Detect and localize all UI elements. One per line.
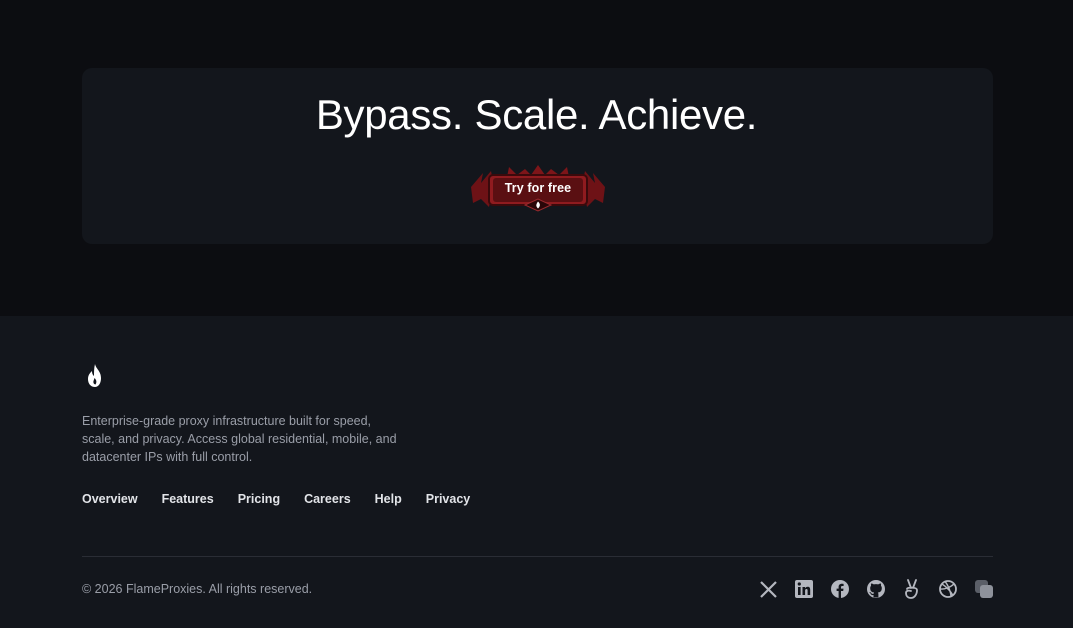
copyright-text: © 2026 FlameProxies. All rights reserved… (82, 582, 313, 596)
footer-link-pricing[interactable]: Pricing (238, 492, 280, 506)
angellist-icon[interactable] (903, 579, 921, 599)
x-icon[interactable] (759, 579, 777, 599)
footer-link-help[interactable]: Help (375, 492, 402, 506)
footer-divider (82, 556, 993, 557)
cta-section (0, 0, 1073, 316)
footer-description: Enterprise-grade proxy infrastructure bu… (82, 414, 397, 464)
footer-link-privacy[interactable]: Privacy (426, 492, 470, 506)
cta-title: Bypass. Scale. Achieve. (315, 91, 758, 138)
footer-link-careers[interactable]: Careers (304, 492, 351, 506)
facebook-icon[interactable] (831, 579, 849, 599)
flame-icon[interactable] (86, 363, 104, 389)
footer-link-features[interactable]: Features (162, 492, 214, 506)
try-for-free-label: Try for free (504, 181, 572, 195)
linkedin-icon[interactable] (795, 579, 813, 599)
try-for-free-button[interactable]: Try for free (469, 163, 607, 213)
footer-nav: Overview Features Pricing Careers Help P… (82, 492, 470, 506)
social-links (759, 579, 993, 599)
footer-link-overview[interactable]: Overview (82, 492, 138, 506)
dribbble-icon[interactable] (939, 579, 957, 599)
github-icon[interactable] (867, 579, 885, 599)
layers-icon[interactable] (975, 579, 993, 599)
